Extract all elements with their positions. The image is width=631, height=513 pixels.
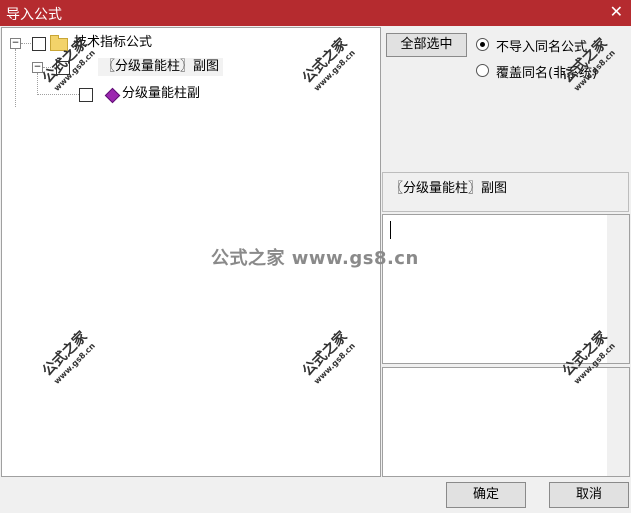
leaf-checkbox[interactable] — [79, 88, 93, 102]
watermark-center: 公式之家 www.gs8.cn — [211, 248, 419, 269]
root-expander-icon[interactable]: − — [10, 38, 21, 49]
close-icon[interactable]: ✕ — [610, 2, 623, 21]
radio-skip-duplicates[interactable] — [476, 38, 489, 51]
root-checkbox[interactable] — [32, 37, 46, 51]
child-expander-icon[interactable]: − — [32, 62, 43, 73]
formula-name: 〖分级量能柱〗副图 — [390, 181, 508, 196]
tree-node-child[interactable]: 〖分级量能柱〗副图 — [98, 58, 224, 76]
window-title: 导入公式 — [6, 7, 62, 23]
title-bar: 导入公式 ✕ — [0, 0, 631, 26]
notes-scrollbar[interactable] — [607, 368, 629, 476]
radio-skip-label: 不导入同名公式 — [496, 40, 588, 55]
select-all-button[interactable]: 全部选中 — [386, 33, 467, 57]
ok-button[interactable]: 确定 — [446, 482, 526, 508]
tree-connector — [21, 43, 31, 44]
formula-name-box: 〖分级量能柱〗副图 — [382, 172, 629, 212]
notes-textarea[interactable] — [382, 367, 630, 477]
text-caret — [390, 221, 391, 239]
indicator-icon — [104, 87, 121, 104]
tree-node-leaf[interactable]: 分级量能柱副 — [122, 85, 200, 103]
tree-connector — [15, 49, 16, 107]
cancel-button[interactable]: 取消 — [549, 482, 629, 508]
radio-overwrite[interactable] — [476, 64, 489, 77]
